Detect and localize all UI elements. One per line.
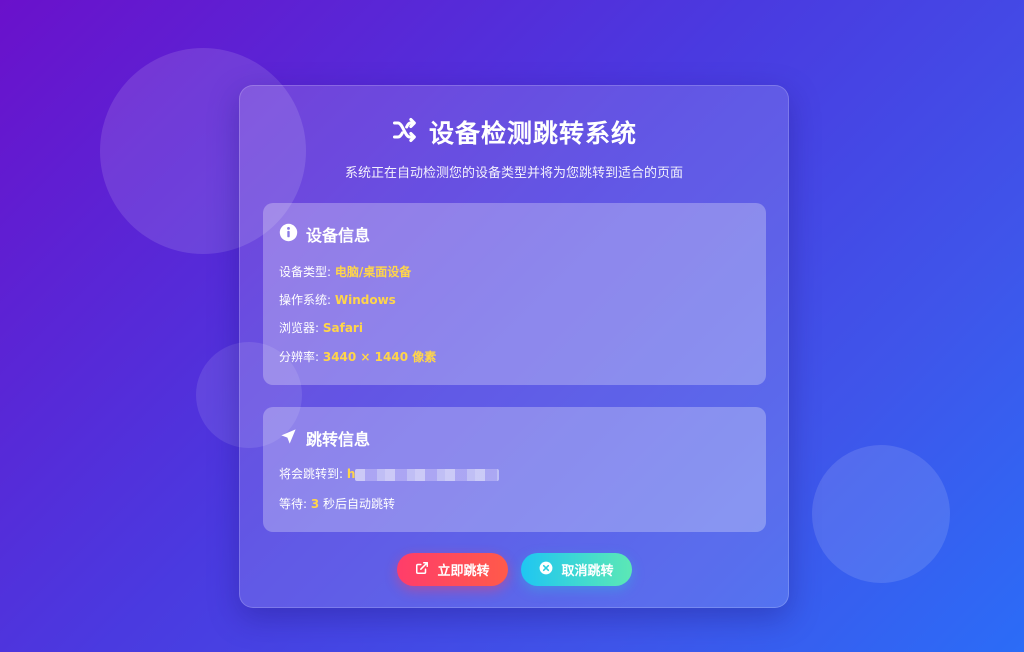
os-label: 操作系统: [279, 293, 335, 307]
resolution-label: 分辨率: [279, 350, 323, 364]
redirect-now-label: 立即跳转 [437, 564, 490, 579]
browser-label: 浏览器: [279, 321, 323, 335]
shuffle-icon [391, 116, 419, 148]
os-value: Windows [334, 293, 396, 307]
redirect-info-title: 跳转信息 [306, 430, 371, 449]
redirect-now-button[interactable]: 立即跳转 [397, 553, 508, 586]
device-type-row: 设备类型: 电脑/桌面设备 [279, 263, 411, 280]
countdown-seconds: 3 [310, 497, 320, 511]
redacted-url-block [355, 468, 500, 481]
wait-label: 等待: [279, 497, 311, 511]
device-type-label: 设备类型: [279, 265, 335, 279]
external-link-icon [415, 561, 429, 579]
page-title: 设备检测跳转系统 [428, 119, 637, 148]
decor-bubble-right [812, 445, 950, 583]
info-circle-icon [279, 223, 298, 246]
browser-row: 浏览器: Safari [279, 319, 363, 336]
redirect-info-panel: 跳转信息 将会跳转到: h 等待: 3 秒后自动跳转 [263, 407, 766, 532]
wait-row: 等待: 3 秒后自动跳转 [279, 495, 395, 512]
cancel-redirect-label: 取消跳转 [561, 564, 614, 579]
device-info-panel: 设备信息 设备类型: 电脑/桌面设备 操作系统: Windows 浏览器: Sa… [263, 203, 766, 385]
device-info-header: 设备信息 [279, 222, 370, 246]
location-arrow-icon [279, 427, 298, 450]
browser-value: Safari [322, 321, 363, 335]
redirect-target-url[interactable]: h [347, 467, 356, 481]
redirect-target-label: 将会跳转到: [279, 467, 347, 481]
page-subtitle: 系统正在自动检测您的设备类型并将为您跳转到适合的页面 [344, 166, 683, 181]
device-type-value: 电脑/桌面设备 [334, 265, 412, 279]
redirect-info-header: 跳转信息 [279, 426, 370, 450]
wait-suffix: 秒后自动跳转 [319, 497, 396, 511]
main-card: 设备检测跳转系统 系统正在自动检测您的设备类型并将为您跳转到适合的页面 设备信息… [239, 85, 789, 608]
cancel-redirect-button[interactable]: 取消跳转 [521, 553, 632, 586]
os-row: 操作系统: Windows [279, 291, 396, 308]
title-row: 设备检测跳转系统 [240, 114, 788, 150]
redirect-target-row: 将会跳转到: h [279, 465, 500, 482]
device-info-title: 设备信息 [306, 226, 371, 245]
close-circle-icon [539, 561, 553, 579]
resolution-value: 3440 × 1440 像素 [322, 350, 437, 364]
resolution-row: 分辨率: 3440 × 1440 像素 [279, 348, 436, 365]
